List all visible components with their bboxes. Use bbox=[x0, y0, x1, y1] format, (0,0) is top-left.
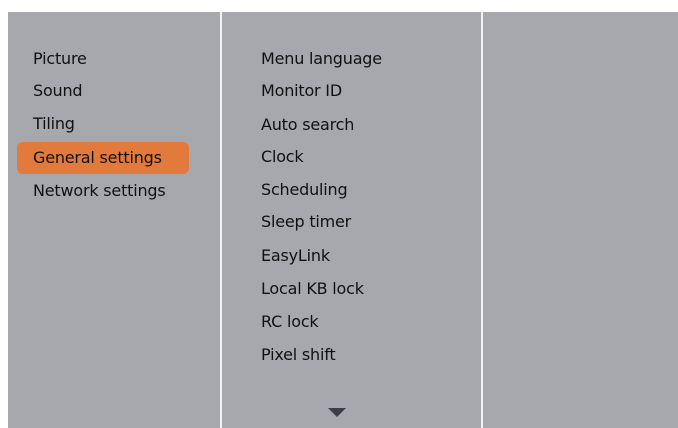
sub-item-rc-lock[interactable]: RC lock bbox=[261, 306, 471, 338]
sub-item-pixel-shift[interactable]: Pixel shift bbox=[261, 339, 471, 371]
menu-item-network-settings[interactable]: Network settings bbox=[17, 175, 189, 207]
top-bar bbox=[0, 0, 678, 12]
menu-item-picture[interactable]: Picture bbox=[17, 43, 189, 75]
sub-item-sleep-timer[interactable]: Sleep timer bbox=[261, 206, 471, 238]
sub-item-easylink[interactable]: EasyLink bbox=[261, 240, 471, 272]
menu-item-sound[interactable]: Sound bbox=[17, 75, 189, 107]
chevron-down-icon[interactable] bbox=[328, 408, 346, 417]
sub-item-auto-search[interactable]: Auto search bbox=[261, 109, 471, 141]
sub-item-monitor-id[interactable]: Monitor ID bbox=[261, 75, 471, 107]
sub-item-local-kb-lock[interactable]: Local KB lock bbox=[261, 273, 471, 305]
main-menu-column: Picture Sound Tiling General settings Ne… bbox=[8, 12, 220, 428]
sub-item-clock[interactable]: Clock bbox=[261, 141, 471, 173]
sub-item-menu-language[interactable]: Menu language bbox=[261, 43, 471, 75]
sub-item-scheduling[interactable]: Scheduling bbox=[261, 174, 471, 206]
detail-column bbox=[483, 12, 678, 428]
sub-menu-column: Menu language Monitor ID Auto search Clo… bbox=[222, 12, 481, 428]
menu-item-general-settings[interactable]: General settings bbox=[17, 142, 189, 174]
osd-menu-panel: Picture Sound Tiling General settings Ne… bbox=[8, 12, 678, 428]
menu-item-tiling[interactable]: Tiling bbox=[17, 108, 189, 140]
